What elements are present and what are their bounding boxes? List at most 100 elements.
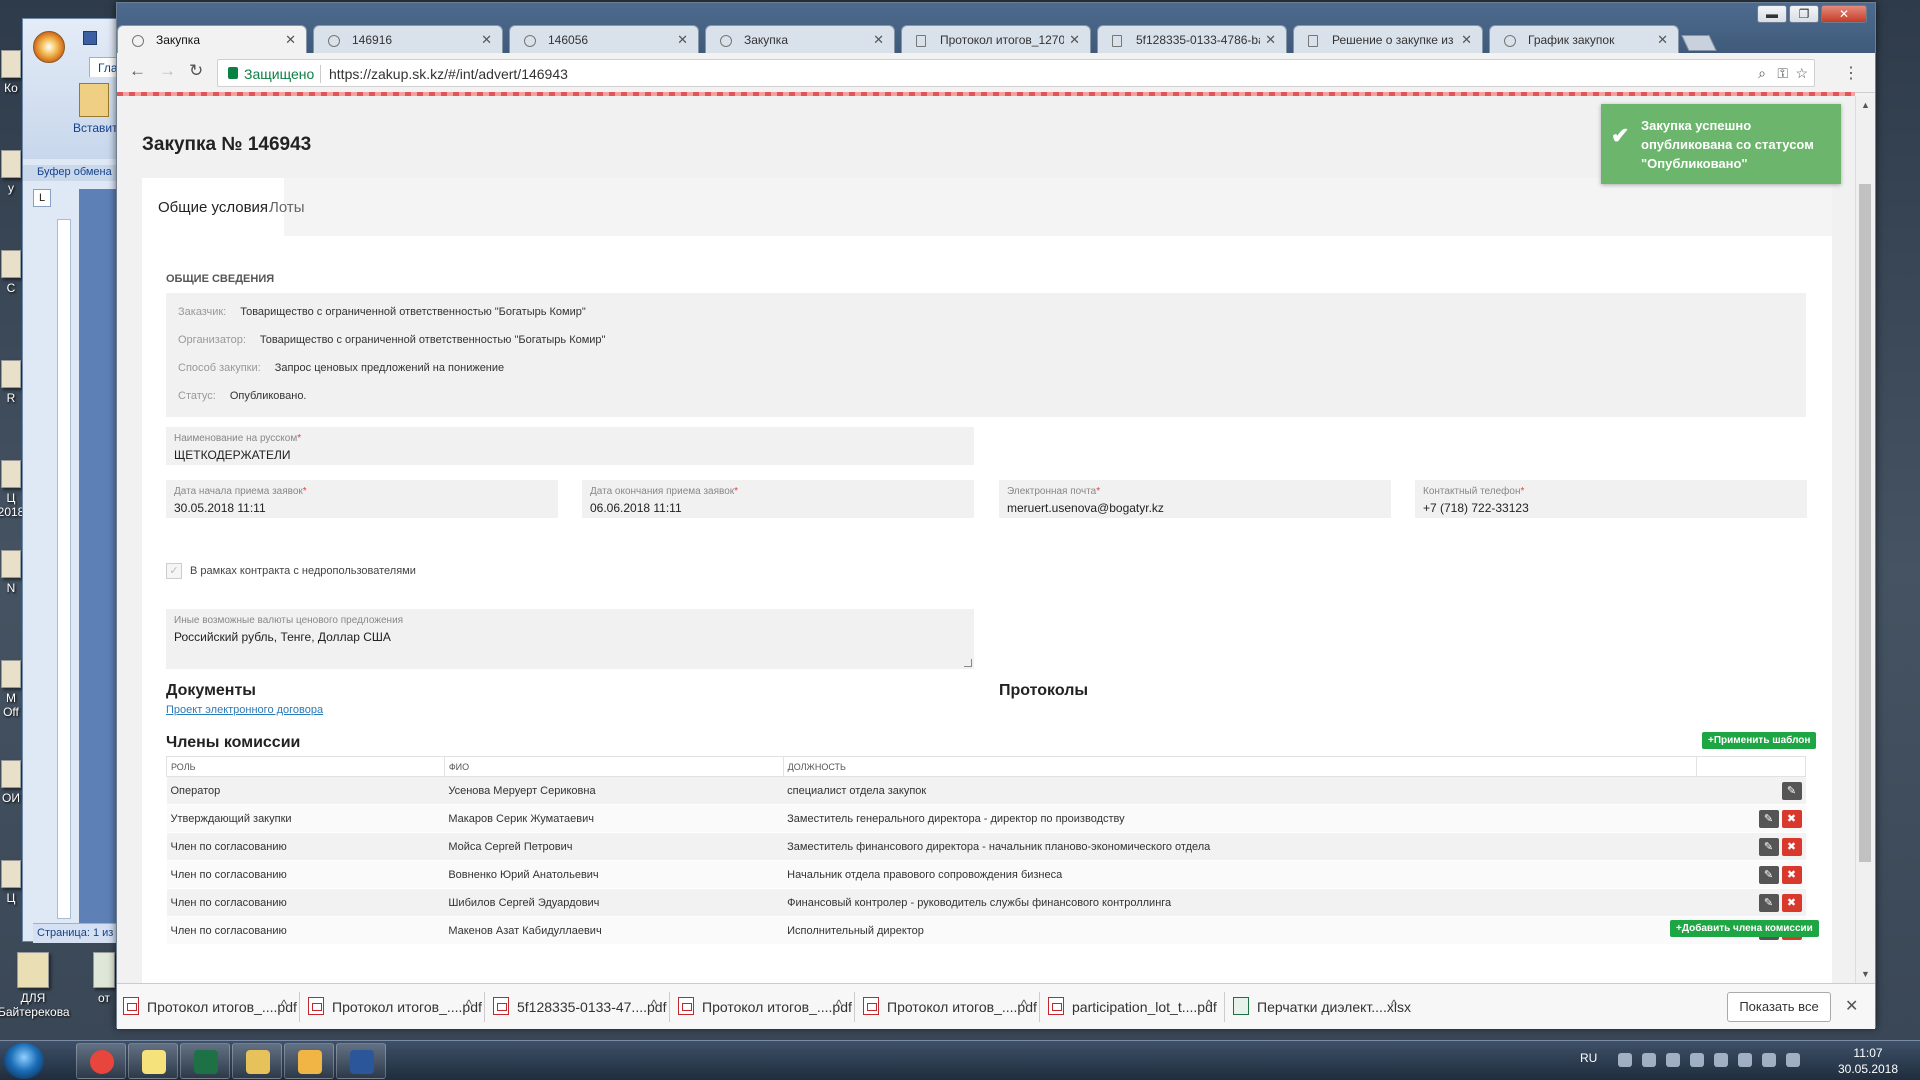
forward-icon[interactable]: → bbox=[159, 61, 176, 81]
show-all-downloads-button[interactable]: Показать все bbox=[1727, 992, 1831, 1022]
chevron-up-icon[interactable]: ^ bbox=[466, 997, 472, 1012]
taskbar-outlook[interactable] bbox=[284, 1043, 334, 1079]
close-tab-icon[interactable]: ✕ bbox=[1461, 32, 1472, 48]
edit-icon[interactable]: ✎ bbox=[1781, 781, 1802, 800]
browser-tab[interactable]: 146056 ✕ bbox=[509, 25, 699, 53]
cell-position: Финансовый контролер - руководитель служ… bbox=[783, 888, 1697, 917]
save-icon[interactable] bbox=[83, 31, 97, 45]
edit-icon[interactable]: ✎ bbox=[1758, 893, 1779, 912]
new-tab-button[interactable] bbox=[1681, 35, 1717, 51]
browser-tab[interactable]: Закупка ✕ bbox=[705, 25, 895, 53]
page-scrollbar[interactable]: ▲ ▼ bbox=[1855, 96, 1875, 983]
tray-app-icon[interactable] bbox=[1786, 1053, 1800, 1067]
office-button[interactable] bbox=[33, 31, 65, 63]
close-icon[interactable]: ✕ bbox=[1845, 996, 1858, 1016]
clock[interactable]: 11:07 30.05.2018 bbox=[1818, 1045, 1918, 1077]
browser-tab[interactable]: 146916 ✕ bbox=[313, 25, 503, 53]
pdf-file-icon bbox=[123, 997, 139, 1015]
download-item[interactable]: 5f128335-0133-47....pdf ^ bbox=[487, 984, 667, 1030]
close-tab-icon[interactable]: ✕ bbox=[873, 32, 884, 48]
download-item[interactable]: participation_lot_t....pdf ^ bbox=[1042, 984, 1222, 1030]
start-date-field[interactable]: Дата начала приема заявок* 30.05.2018 11… bbox=[166, 480, 558, 518]
zoom-icon[interactable]: ⌕ bbox=[1758, 65, 1766, 82]
network-icon[interactable] bbox=[1762, 1053, 1776, 1067]
desktop-icon-folder[interactable]: ДЛЯ Байтерекова bbox=[0, 952, 70, 1019]
download-item[interactable]: Протокол итогов_....pdf ^ bbox=[857, 984, 1037, 1030]
download-item[interactable]: Перчатки диэлект....xlsx ^ bbox=[1227, 984, 1411, 1030]
delete-icon[interactable]: ✖ bbox=[1781, 865, 1802, 884]
start-button[interactable] bbox=[4, 1043, 44, 1079]
edit-icon[interactable]: ✎ bbox=[1758, 809, 1779, 828]
close-tab-icon[interactable]: ✕ bbox=[1265, 32, 1276, 48]
phone-field[interactable]: Контактный телефон* +7 (718) 722-33123 bbox=[1415, 480, 1807, 518]
star-icon[interactable]: ☆ bbox=[1795, 65, 1808, 82]
flag-icon[interactable] bbox=[1618, 1053, 1632, 1067]
key-icon[interactable]: ⚿ bbox=[1777, 65, 1788, 82]
subsoil-checkbox[interactable]: ✓ bbox=[166, 563, 182, 579]
document-icon bbox=[916, 35, 926, 47]
subsoil-checkbox-row[interactable]: ✓ В рамках контракта с недропользователям… bbox=[166, 563, 416, 579]
taskbar-sticky-notes[interactable] bbox=[128, 1043, 178, 1079]
language-indicator[interactable]: RU bbox=[1580, 1051, 1597, 1065]
download-filename: Протокол итогов_....pdf bbox=[332, 999, 482, 1015]
chevron-up-icon[interactable]: ^ bbox=[1206, 997, 1212, 1012]
browser-tab[interactable]: 5f128335-0133-4786-ba ✕ bbox=[1097, 25, 1287, 53]
chevron-up-icon[interactable]: ^ bbox=[1391, 997, 1397, 1012]
close-tab-icon[interactable]: ✕ bbox=[1657, 32, 1668, 48]
chevron-up-icon[interactable]: ^ bbox=[651, 997, 657, 1012]
close-tab-icon[interactable]: ✕ bbox=[481, 32, 492, 48]
scroll-up-icon[interactable]: ▲ bbox=[1861, 100, 1870, 110]
chevron-up-icon[interactable]: ^ bbox=[281, 997, 287, 1012]
delete-icon[interactable]: ✖ bbox=[1781, 893, 1802, 912]
resize-handle[interactable] bbox=[964, 659, 972, 667]
tray-app-icon[interactable] bbox=[1714, 1053, 1728, 1067]
contract-draft-link[interactable]: Проект электронного договора bbox=[166, 704, 323, 716]
back-icon[interactable]: ← bbox=[129, 61, 146, 81]
taskbar-excel[interactable] bbox=[180, 1043, 230, 1079]
chevron-up-icon[interactable]: ^ bbox=[1021, 997, 1027, 1012]
maximize-button[interactable]: ❐ bbox=[1789, 5, 1819, 23]
browser-tab[interactable]: Решение о закупке из с ✕ bbox=[1293, 25, 1483, 53]
currencies-field[interactable]: Иные возможные валюты ценового предложен… bbox=[166, 609, 974, 669]
chevron-up-icon[interactable]: ^ bbox=[836, 997, 842, 1012]
success-toast[interactable]: ✔ Закупка успешно опубликована со статус… bbox=[1601, 104, 1841, 184]
name-ru-field[interactable]: Наименование на русском* ЩЕТКОДЕРЖАТЕЛИ bbox=[166, 427, 974, 465]
ruler-tab-selector[interactable]: L bbox=[33, 189, 51, 207]
browser-tab[interactable]: График закупок ✕ bbox=[1489, 25, 1679, 53]
url-text[interactable]: https://zakup.sk.kz/#/int/advert/146943 bbox=[329, 66, 568, 82]
volume-icon[interactable] bbox=[1690, 1053, 1704, 1067]
close-tab-icon[interactable]: ✕ bbox=[285, 32, 296, 48]
edit-icon[interactable]: ✎ bbox=[1758, 837, 1779, 856]
delete-icon[interactable]: ✖ bbox=[1781, 837, 1802, 856]
minimize-button[interactable]: ▬ bbox=[1757, 5, 1787, 23]
apply-template-button[interactable]: +Применить шаблон bbox=[1702, 732, 1817, 749]
tray-app-icon[interactable] bbox=[1738, 1053, 1752, 1067]
menu-icon[interactable]: ⋮ bbox=[1843, 63, 1859, 83]
tab-lots[interactable]: Лоты bbox=[253, 178, 321, 236]
address-bar[interactable]: Защищено https://zakup.sk.kz/#/int/adver… bbox=[217, 59, 1815, 87]
reload-icon[interactable]: ↻ bbox=[189, 61, 203, 81]
delete-icon[interactable]: ✖ bbox=[1781, 809, 1802, 828]
scroll-thumb[interactable] bbox=[1859, 184, 1871, 862]
browser-tab[interactable]: Закупка ✕ bbox=[117, 25, 307, 53]
explorer-icon bbox=[246, 1050, 270, 1074]
taskbar-explorer[interactable] bbox=[232, 1043, 282, 1079]
close-window-button[interactable]: ✕ bbox=[1821, 5, 1867, 23]
browser-window[interactable]: Закупка ✕ 146916 ✕ 146056 ✕ Закупка ✕ Протокол и… bbox=[116, 2, 1876, 1030]
add-member-button[interactable]: +Добавить члена комиссии bbox=[1670, 920, 1819, 937]
close-tab-icon[interactable]: ✕ bbox=[677, 32, 688, 48]
tray-app-icon[interactable] bbox=[1642, 1053, 1656, 1067]
close-tab-icon[interactable]: ✕ bbox=[1069, 32, 1080, 48]
taskbar-word[interactable] bbox=[336, 1043, 386, 1079]
download-item[interactable]: Протокол итогов_....pdf ^ bbox=[117, 984, 297, 1030]
email-field[interactable]: Электронная почта* meruert.usenova@bogat… bbox=[999, 480, 1391, 518]
end-date-field[interactable]: Дата окончания приема заявок* 06.06.2018… bbox=[582, 480, 974, 518]
edit-icon[interactable]: ✎ bbox=[1758, 865, 1779, 884]
download-item[interactable]: Протокол итогов_....pdf ^ bbox=[672, 984, 852, 1030]
scroll-down-icon[interactable]: ▼ bbox=[1861, 969, 1870, 979]
taskbar-chrome[interactable] bbox=[76, 1043, 126, 1079]
download-item[interactable]: Протокол итогов_....pdf ^ bbox=[302, 984, 482, 1030]
paste-button[interactable]: Вставить bbox=[73, 81, 124, 145]
tray-app-icon[interactable] bbox=[1666, 1053, 1680, 1067]
browser-tab[interactable]: Протокол итогов_12700 ✕ bbox=[901, 25, 1091, 53]
